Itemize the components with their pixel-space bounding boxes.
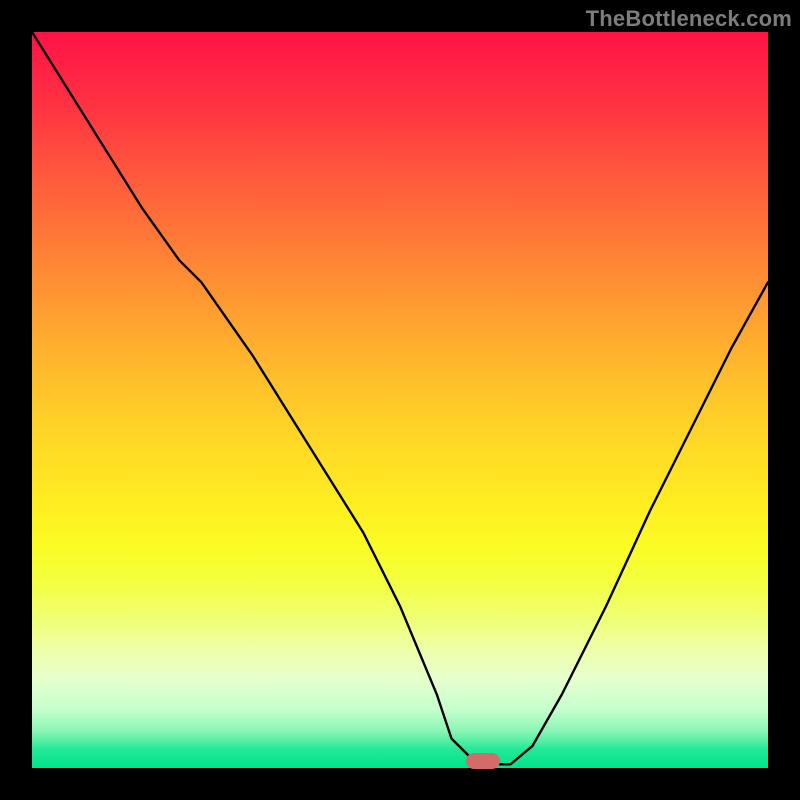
watermark-text: TheBottleneck.com	[586, 6, 792, 32]
bottleneck-curve	[32, 32, 768, 768]
chart-container: TheBottleneck.com	[0, 0, 800, 800]
plot-area	[32, 32, 768, 768]
optimal-marker	[466, 753, 500, 769]
